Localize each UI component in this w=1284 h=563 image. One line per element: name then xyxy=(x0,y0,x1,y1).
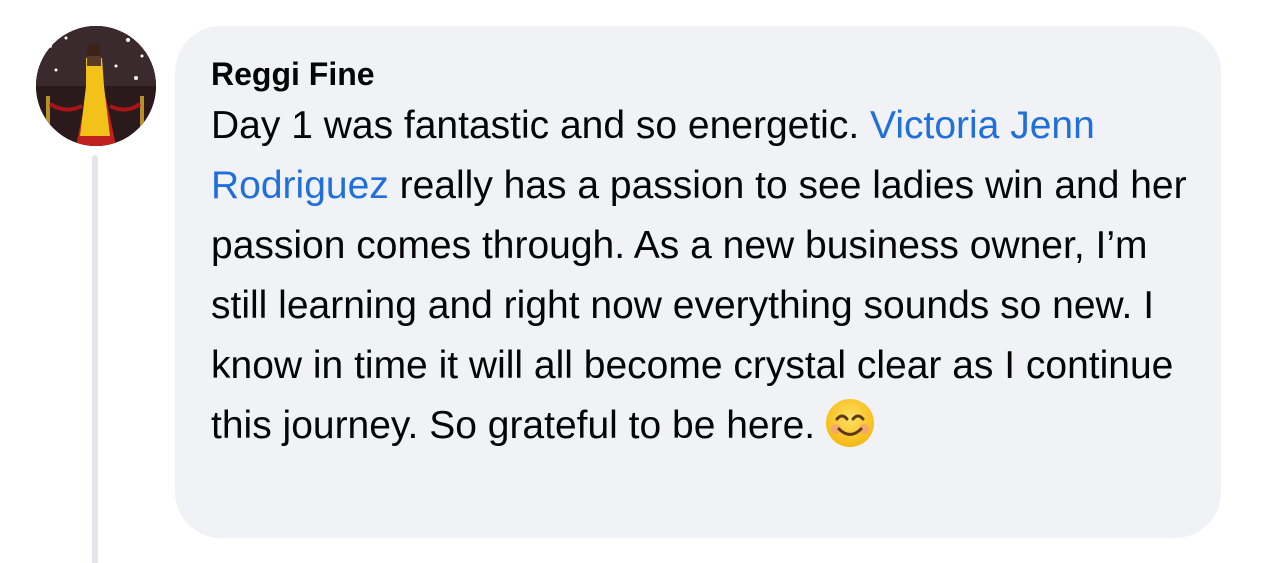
comment-text: Day 1 was fantastic and so energetic. Vi… xyxy=(211,96,1191,456)
comment-text-part-1: Day 1 was fantastic and so energetic. xyxy=(211,104,871,147)
thread-connector-line xyxy=(92,155,98,563)
comment-author-name[interactable]: Reggi Fine xyxy=(211,54,1191,94)
avatar-photo xyxy=(36,26,156,146)
avatar[interactable] xyxy=(36,26,156,146)
comment-bubble: Reggi Fine Day 1 was fantastic and so en… xyxy=(175,26,1221,538)
smiling-face-emoji-icon xyxy=(825,398,875,448)
comment-thread: Reggi Fine Day 1 was fantastic and so en… xyxy=(0,0,1284,563)
